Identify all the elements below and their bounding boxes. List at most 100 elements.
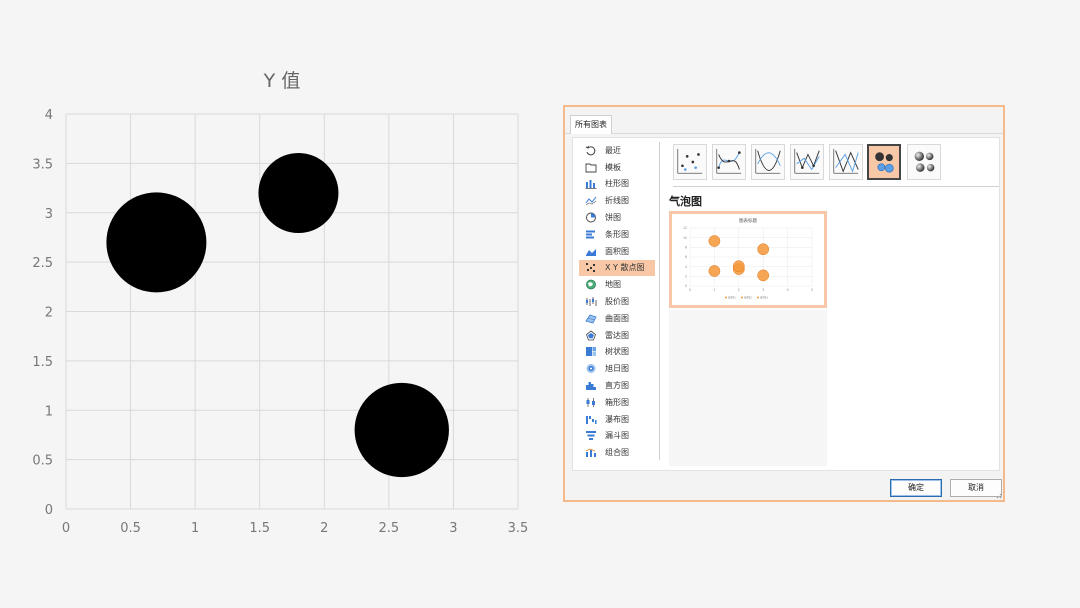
line-chart-icon xyxy=(585,195,597,206)
sidebar-item[interactable]: 折线图 xyxy=(579,192,655,209)
preview-legend-marker xyxy=(741,296,743,299)
pie-chart-icon xyxy=(585,212,597,223)
sidebar-item-label: 旭日图 xyxy=(605,364,629,374)
chart-preview[interactable]: 图表标题 0 2 4 6 8 10 12 0 1 2 3 4 5 系列1 系列2 系列3 xyxy=(669,211,827,308)
change-chart-type-dialog: 所有图表 最近 模板柱形图折线图饼图条形图面积图 X Y 散点图 地图股价图曲面图雷达… xyxy=(563,105,1005,502)
chart-subtype-option[interactable] xyxy=(712,144,746,180)
sidebar-item-label: 曲面图 xyxy=(605,313,629,323)
preview-grid xyxy=(689,227,813,287)
sidebar-item-label: 折线图 xyxy=(605,196,629,206)
y-tick-label: 1 xyxy=(45,404,53,419)
x-tick-label: 0 xyxy=(62,521,70,536)
x-tick-label: 1.5 xyxy=(249,521,270,536)
preview-x-tick: 1 xyxy=(713,288,715,292)
sidebar-item[interactable]: 面积图 xyxy=(579,243,655,260)
bubble-icon xyxy=(875,152,894,173)
preview-y-tick: 6 xyxy=(685,255,687,259)
sidebar-item[interactable]: 漏斗图 xyxy=(579,428,655,445)
selected-type-title: 气泡图 xyxy=(669,195,702,208)
preview-legend-marker xyxy=(725,296,727,299)
sidebar-item[interactable]: 股价图 xyxy=(579,293,655,310)
sidebar-item[interactable]: 组合图 xyxy=(579,444,655,461)
sidebar-item[interactable]: 柱形图 xyxy=(579,176,655,193)
sidebar-item-label: 柱形图 xyxy=(605,179,629,189)
sunburst-chart-icon xyxy=(585,363,597,374)
sidebar-item[interactable]: 最近 xyxy=(579,142,655,159)
column-chart-icon xyxy=(585,178,597,190)
preview-legend-marker xyxy=(757,296,759,299)
preview-chart: 图表标题 0246810120 1 2 3 4 5 系列1 系列2 系列3 xyxy=(683,217,813,300)
y-tick-label: 0.5 xyxy=(32,454,53,469)
chart-bubbles xyxy=(106,153,449,478)
y-tick-label: 0 xyxy=(45,503,53,518)
sidebar-item[interactable]: 瀑布图 xyxy=(579,411,655,428)
preview-title: 图表标题 xyxy=(739,217,757,224)
bubble xyxy=(354,382,449,478)
sidebar-item[interactable]: 曲面图 xyxy=(579,310,655,327)
sidebar-item-label: 饼图 xyxy=(605,213,621,223)
folder-icon xyxy=(585,162,597,173)
funnel-chart-icon xyxy=(585,430,597,441)
preview-legend-label: 系列2 xyxy=(744,295,752,300)
sidebar-item[interactable]: 雷达图 xyxy=(579,327,655,344)
sidebar-item[interactable]: 条形图 xyxy=(579,226,655,243)
chart-subtype-option[interactable] xyxy=(751,144,785,180)
preview-bubble xyxy=(757,243,770,256)
scatter-straight-markers-icon xyxy=(794,148,820,174)
stock-chart-icon xyxy=(585,296,597,307)
area-chart-icon xyxy=(585,246,597,257)
sidebar-item-label: 组合图 xyxy=(605,448,629,458)
radar-chart-icon xyxy=(585,330,597,341)
recent-icon xyxy=(585,145,597,156)
sidebar-item-label: 直方图 xyxy=(605,381,629,391)
preview-bubble xyxy=(732,260,745,273)
preview-bubble xyxy=(757,269,770,282)
sidebar-item[interactable]: X Y 散点图 xyxy=(579,259,655,277)
chart-subtype-option[interactable] xyxy=(829,144,863,180)
chart-subtype-option[interactable] xyxy=(790,144,824,180)
resize-grip-icon[interactable] xyxy=(994,491,1002,499)
sidebar-item[interactable]: 直方图 xyxy=(579,377,655,394)
chart-subtype-option[interactable] xyxy=(867,144,901,180)
sidebar-item[interactable]: 箱形图 xyxy=(579,394,655,411)
preview-bubble xyxy=(708,265,721,277)
scatter-smooth-lines-icon xyxy=(755,148,781,174)
combo-chart-icon xyxy=(585,447,597,458)
chart-subtype-option[interactable] xyxy=(907,144,941,180)
dialog-tab-strip: 所有图表 xyxy=(565,107,1003,134)
preview-y-tick: 4 xyxy=(685,265,687,269)
scatter-markers-icon xyxy=(677,148,703,174)
bubble-chart: Y 值 0 0.5 1 1.5 2 2.5 3 3.5 0 0.5 1 1.5 2 2.5 3 3.5 4 xyxy=(32,70,528,536)
sidebar-item-label: 地图 xyxy=(605,280,621,290)
sidebar-item-label: 箱形图 xyxy=(605,397,629,407)
waterfall-chart-icon xyxy=(585,414,597,425)
preview-y-tick: 8 xyxy=(685,246,687,250)
bubble xyxy=(106,192,207,293)
tab-all-charts[interactable]: 所有图表 xyxy=(570,115,612,134)
preview-y-tick: 2 xyxy=(685,275,687,279)
scatter-smooth-markers-icon xyxy=(716,148,742,174)
bubble xyxy=(258,153,339,233)
chart-subtype-option[interactable] xyxy=(673,144,707,180)
sidebar-item[interactable]: 旭日图 xyxy=(579,360,655,377)
bar-chart-icon xyxy=(585,229,597,240)
sidebar-item-label: 雷达图 xyxy=(605,330,629,340)
treemap-chart-icon xyxy=(585,346,597,357)
sidebar-item-label: 条形图 xyxy=(605,229,629,239)
y-tick-label: 2.5 xyxy=(32,256,53,271)
ok-button[interactable]: 确定 xyxy=(890,479,942,497)
y-tick-label: 1.5 xyxy=(32,355,53,370)
preview-x-tick: 5 xyxy=(811,288,813,292)
sidebar-item-label: 树状图 xyxy=(605,347,629,357)
box-chart-icon xyxy=(585,397,597,408)
surface-chart-icon xyxy=(585,313,597,324)
preview-lower-area xyxy=(669,310,827,466)
sidebar-item[interactable]: 模板 xyxy=(579,159,655,176)
sidebar-item[interactable]: 树状图 xyxy=(579,344,655,361)
x-tick-label: 1 xyxy=(191,521,199,536)
sidebar-item[interactable]: 地图 xyxy=(579,276,655,293)
preview-x-tick: 2 xyxy=(738,288,740,292)
sidebar-item-label: 瀑布图 xyxy=(605,414,629,424)
sidebar-item-label: X Y 散点图 xyxy=(605,263,645,273)
sidebar-item[interactable]: 饼图 xyxy=(579,209,655,226)
